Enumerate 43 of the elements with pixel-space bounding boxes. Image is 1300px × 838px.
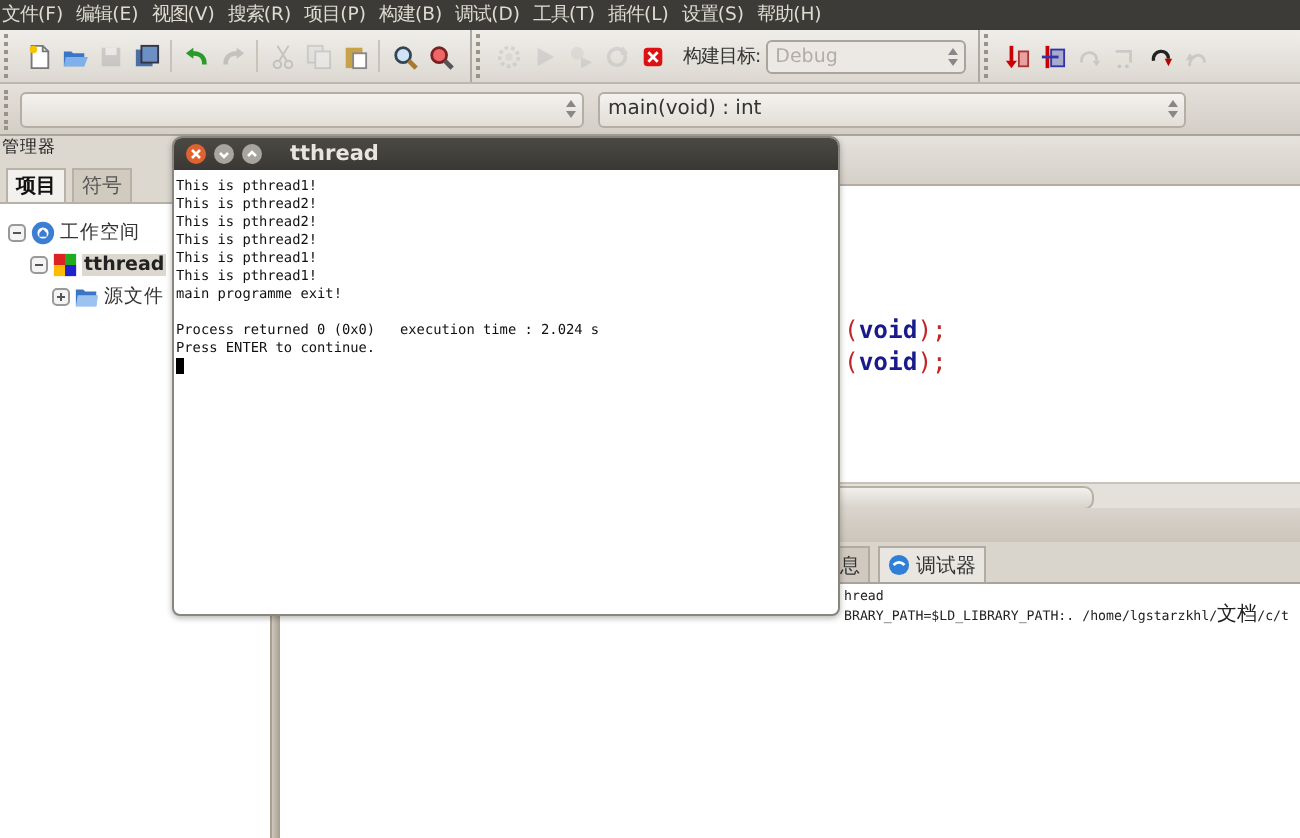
collapse-icon[interactable] [8, 223, 26, 241]
build-target-label: 构建目标: [683, 43, 762, 69]
function-dropdown[interactable]: main(void) : int [598, 91, 1186, 127]
scope-dropdown[interactable] [20, 91, 584, 127]
new-file-icon[interactable] [25, 43, 51, 69]
log-tab[interactable]: 调试器 [878, 546, 986, 582]
menu-item[interactable]: 视图(V) [151, 2, 215, 28]
menu-item[interactable]: 构建(B) [378, 2, 443, 28]
search-icon[interactable] [391, 43, 417, 69]
code-line: (void); [844, 346, 947, 378]
tree-item[interactable]: tthread [82, 253, 167, 275]
minimize-icon[interactable] [214, 144, 234, 164]
menu-item[interactable]: 项目(P) [304, 2, 366, 28]
window-title: tthread [290, 142, 379, 166]
maximize-icon[interactable] [242, 144, 262, 164]
tree-item[interactable]: 源文件 [104, 283, 164, 309]
stop-icon[interactable] [640, 43, 666, 69]
menu-item[interactable]: 文件(F) [2, 2, 64, 28]
undo-icon[interactable] [183, 43, 209, 69]
menu-item[interactable]: 编辑(E) [76, 2, 139, 28]
save-all-icon[interactable] [133, 43, 159, 69]
panel-tab[interactable]: 项目 [6, 168, 66, 202]
spin-arrows-icon [566, 100, 576, 118]
tree-item[interactable]: 工作空间 [60, 219, 140, 245]
panel-tab[interactable]: 符号 [72, 168, 132, 202]
debug-arrow-icon[interactable] [1004, 43, 1031, 69]
spin-arrows-icon [947, 47, 958, 65]
colored-squares-icon [52, 251, 78, 277]
menu-item[interactable]: 插件(L) [607, 2, 669, 28]
code-line: (void); [844, 314, 947, 346]
close-icon[interactable] [186, 144, 206, 164]
run-to-cursor-icon[interactable] [1040, 43, 1067, 69]
expand-icon[interactable] [52, 287, 70, 305]
menu-item[interactable]: 帮助(H) [757, 2, 822, 28]
replace-icon[interactable] [427, 43, 453, 69]
collapse-icon[interactable] [30, 255, 48, 273]
spin-arrows-icon [1168, 100, 1178, 118]
menu-item[interactable]: 搜索(R) [227, 2, 292, 28]
paste-icon[interactable] [341, 43, 367, 69]
menu-item[interactable]: 设置(S) [681, 2, 745, 28]
menu-item[interactable]: 工具(T) [533, 2, 595, 28]
globe-icon [30, 219, 56, 245]
menu-item[interactable]: 调试(D) [455, 2, 521, 28]
